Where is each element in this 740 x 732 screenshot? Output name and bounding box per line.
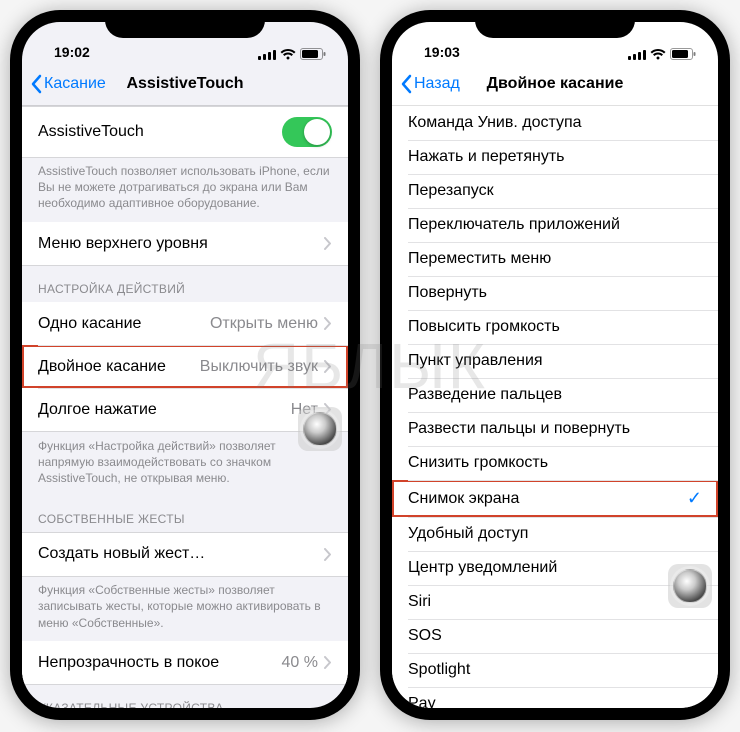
option-label: Удобный доступ (408, 525, 702, 543)
option-row[interactable]: Перезапуск (392, 174, 718, 208)
option-label: Разведение пальцев (408, 386, 702, 404)
pointer-header: УКАЗАТЕЛЬНЫЕ УСТРОЙСТВА (22, 685, 348, 708)
option-row[interactable]: Повысить громкость (392, 310, 718, 344)
opacity-label: Непрозрачность в покое (38, 654, 282, 672)
opacity-row[interactable]: Непрозрачность в покое 40 % (22, 641, 348, 684)
opacity-value: 40 % (282, 654, 318, 672)
status-indicators (258, 48, 326, 60)
phone-left: 19:02 Касание AssistiveTouch (10, 10, 360, 720)
double-tap-value: Выключить звук (200, 358, 318, 376)
option-row[interactable]: Pay (392, 687, 718, 708)
option-label: Перезапуск (408, 182, 702, 200)
new-gesture-row[interactable]: Создать новый жест… (22, 533, 348, 576)
status-time: 19:03 (414, 44, 460, 60)
chevron-right-icon (324, 237, 332, 250)
assistivetouch-icon (303, 412, 337, 446)
option-label: Повысить громкость (408, 318, 702, 336)
screen-left: 19:02 Касание AssistiveTouch (22, 22, 348, 708)
status-time: 19:02 (44, 44, 90, 60)
option-label: Снизить громкость (408, 454, 702, 472)
back-button[interactable]: Касание (30, 74, 106, 94)
chevron-right-icon (324, 317, 332, 330)
chevron-right-icon (324, 656, 332, 669)
double-tap-row[interactable]: Двойное касание Выключить звук (22, 345, 348, 388)
gestures-footer: Функция «Собственные жесты» позволяет за… (22, 576, 348, 641)
option-row[interactable]: Команда Унив. доступа (392, 106, 718, 140)
screen-right: 19:03 Назад Двойное касание Команда Унив… (392, 22, 718, 708)
battery-icon (300, 48, 326, 60)
nav-title: AssistiveTouch (126, 75, 243, 93)
options-list[interactable]: Команда Унив. доступа Нажать и перетянуть… (392, 106, 718, 708)
chevron-right-icon (324, 548, 332, 561)
wifi-icon (650, 49, 666, 60)
option-row[interactable]: Пункт управления (392, 344, 718, 378)
option-label: Повернуть (408, 284, 702, 302)
status-bar: 19:03 (392, 22, 718, 62)
chevron-right-icon (324, 360, 332, 373)
option-label: Команда Унив. доступа (408, 114, 702, 132)
option-label: Нажать и перетянуть (408, 148, 702, 166)
option-row[interactable]: Развести пальцы и повернуть (392, 412, 718, 446)
option-label: Siri (408, 593, 702, 611)
nav-bar: Назад Двойное касание (392, 62, 718, 106)
assistivetouch-button[interactable] (668, 564, 712, 608)
option-label: Пункт управления (408, 352, 702, 370)
option-row[interactable]: Снизить громкость (392, 446, 718, 480)
double-tap-label: Двойное касание (38, 358, 200, 376)
toggle-label: AssistiveTouch (38, 123, 282, 141)
chevron-left-icon (30, 74, 42, 94)
battery-icon (670, 48, 696, 60)
option-label: Развести пальцы и повернуть (408, 420, 702, 438)
option-label: Центр уведомлений (408, 559, 702, 577)
nav-title: Двойное касание (487, 75, 624, 93)
option-row[interactable]: Spotlight (392, 653, 718, 687)
single-tap-row[interactable]: Одно касание Открыть меню (22, 302, 348, 345)
toggle-switch[interactable] (282, 117, 332, 147)
back-label: Назад (414, 75, 460, 93)
option-row[interactable]: Удобный доступ (392, 517, 718, 551)
content-scroll[interactable]: AssistiveTouch AssistiveTouch позволяет … (22, 106, 348, 708)
single-tap-value: Открыть меню (210, 315, 318, 333)
option-label: Переместить меню (408, 250, 702, 268)
cellular-icon (628, 49, 646, 60)
option-row[interactable]: SOS (392, 619, 718, 653)
option-row[interactable]: Разведение пальцев (392, 378, 718, 412)
new-gesture-label: Создать новый жест… (38, 545, 324, 563)
assistivetouch-button[interactable] (298, 407, 342, 451)
top-menu-row[interactable]: Меню верхнего уровня (22, 222, 348, 265)
option-row[interactable]: Переключатель приложений (392, 208, 718, 242)
checkmark-icon: ✓ (687, 488, 702, 509)
long-press-label: Долгое нажатие (38, 401, 291, 419)
phone-right: 19:03 Назад Двойное касание Команда Унив… (380, 10, 730, 720)
option-row[interactable]: Переместить меню (392, 242, 718, 276)
nav-bar: Касание AssistiveTouch (22, 62, 348, 106)
cellular-icon (258, 49, 276, 60)
gestures-header: СОБСТВЕННЫЕ ЖЕСТЫ (22, 496, 348, 532)
assistivetouch-toggle-row[interactable]: AssistiveTouch (22, 107, 348, 157)
status-bar: 19:02 (22, 22, 348, 62)
option-label: SOS (408, 627, 702, 645)
option-row[interactable]: Повернуть (392, 276, 718, 310)
toggle-description: AssistiveTouch позволяет использовать iP… (22, 157, 348, 222)
option-label: Переключатель приложений (408, 216, 702, 234)
option-label: Spotlight (408, 661, 702, 679)
wifi-icon (280, 49, 296, 60)
actions-header: НАСТРОЙКА ДЕЙСТВИЙ (22, 266, 348, 302)
option-label: Снимок экрана (408, 490, 687, 508)
option-label: Pay (408, 695, 702, 708)
status-indicators (628, 48, 696, 60)
option-row[interactable]: Нажать и перетянуть (392, 140, 718, 174)
single-tap-label: Одно касание (38, 315, 210, 333)
back-button[interactable]: Назад (400, 74, 460, 94)
back-label: Касание (44, 75, 106, 93)
chevron-left-icon (400, 74, 412, 94)
assistivetouch-icon (673, 569, 707, 603)
option-row[interactable]: Снимок экрана✓ (392, 480, 718, 517)
top-menu-label: Меню верхнего уровня (38, 235, 324, 253)
